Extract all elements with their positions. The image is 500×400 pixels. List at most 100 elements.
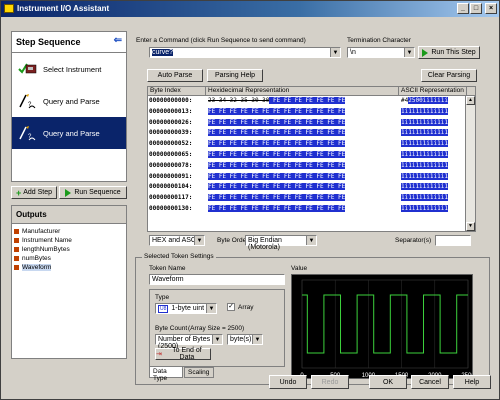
separator-input[interactable] [435,235,471,246]
chevron-down-icon[interactable]: ▼ [252,335,262,344]
hex-row[interactable]: 00000000039: FE FE FE FE FE FE FE FE FE F… [148,128,475,139]
ascii-cell: 1i1i1i1i1i1i1 [399,150,461,161]
col-hex: Hexidecimal Representation [206,87,399,95]
undo-label: Undo [279,378,297,386]
add-step-button[interactable]: + Add Step [11,186,57,199]
command-input[interactable]: curve? ▼ [149,47,341,58]
chevron-down-icon[interactable]: ▼ [404,48,414,57]
output-item[interactable]: Waveform [14,263,124,272]
undo-button[interactable]: Undo [269,375,307,389]
hex-row[interactable]: 00000000026: FE FE FE FE FE FE FE FE FE F… [148,118,475,129]
hex-highlight: FE FE FE FE FE FE FE FE FE FE FE FE FE [208,161,346,169]
ascii-cell: 1i1i1i1i1i1i1 [399,161,461,172]
ascii-cell: 1i1i1i1i1i1i1 [399,204,461,215]
chevron-down-icon[interactable]: ▼ [194,236,204,245]
parsing-help-label: Parsing Help [214,72,256,79]
array-checkbox[interactable]: ✓ [227,303,235,311]
hex-row[interactable]: 00000000052: FE FE FE FE FE FE FE FE FE F… [148,139,475,150]
format-select[interactable]: HEX and ASCII ▼ [149,235,205,246]
hex-highlight: FE FE FE FE FE FE FE FE FE FE FE FE FE [208,183,346,191]
hex-table[interactable]: Byte Index Hexidecimal Representation AS… [147,86,476,232]
run-step-button[interactable]: Run This Step [418,46,480,59]
byte-index-cell: 00000000065: [149,150,193,158]
hex-table-header: Byte Index Hexidecimal Representation AS… [148,87,475,96]
hex-cell: FE FE FE FE FE FE FE FE FE FE FE FE FE [206,128,399,139]
step-label: Select Instrument [43,64,102,74]
byte-count-select[interactable]: Number of Bytes (2500) ▼ [155,334,223,350]
hex-cell: FE FE FE FE FE FE FE FE FE FE FE FE FE [206,161,399,172]
hex-cell: FE FE FE FE FE FE FE FE FE FE FE FE FE [206,118,399,129]
output-item[interactable]: lengthNumBytes [14,245,124,254]
maximize-button[interactable]: □ [470,3,482,14]
chevron-down-icon[interactable]: ▼ [306,236,316,245]
byte-order-select[interactable]: Big Endian (Motorola) ▼ [245,235,317,251]
play-icon [422,48,429,57]
output-type-icon [14,265,19,270]
hex-highlight: FE FE FE FE FE FE FE FE FE FE FE FE FE [208,129,346,137]
auto-parse-button[interactable]: Auto Parse [147,69,203,82]
parsing-help-button[interactable]: Parsing Help [207,69,263,82]
byte-index-cell: 00000000078: [149,161,193,169]
hex-row[interactable]: 00000000130: FE FE FE FE FE FE FE FE FE F… [148,204,475,215]
tab-scaling[interactable]: Scaling [184,367,214,378]
ascii-highlight: 1i1i1i1i1i1i1 [401,129,448,137]
step-query-parse-1[interactable]: ? Query and Parse [12,85,126,117]
hex-row[interactable]: 00000000065: FE FE FE FE FE FE FE FE FE F… [148,150,475,161]
title-bar: Instrument I/O Assistant _ □ × [1,1,499,17]
scroll-up-icon[interactable]: ▲ [466,96,475,105]
to-end-of-data-button[interactable]: ⇥ To End of Data [155,347,211,361]
chevron-down-icon[interactable]: ▼ [212,335,222,344]
output-item[interactable]: Instrument Name [14,236,124,245]
help-label: Help [464,378,480,386]
output-item[interactable]: numBytes [14,254,124,263]
close-button[interactable]: × [485,3,497,14]
clear-parsing-label: Clear Parsing [427,72,471,79]
run-sequence-button[interactable]: Run Sequence [59,186,127,199]
output-item[interactable]: Manufacturer [14,227,124,236]
left-panel: Step Sequence ⇐ Select Instrument ? Quer… [11,31,127,368]
ascii-highlight: 1i1i1i1i1i1i1 [401,204,448,212]
hex-row[interactable]: 00000000013: FE FE FE FE FE FE FE FE FE F… [148,107,475,118]
hex-row[interactable]: 00000000104: FE FE FE FE FE FE FE FE FE F… [148,182,475,193]
type-select[interactable]: U8 1-byte uint ▼ [155,303,217,314]
step-label: Query and Parse [43,128,100,138]
hex-row[interactable]: 00000000078: FE FE FE FE FE FE FE FE FE F… [148,161,475,172]
hex-highlight: FE FE FE FE FE FE FE FE FE FE FE FE FE [208,107,346,115]
scroll-down-icon[interactable]: ▼ [466,222,475,231]
separator-label: Separator(s) [395,237,432,244]
ascii-highlight: 1i1i1i1i1i1i1 [401,183,448,191]
tab-data-type[interactable]: Data Type [149,367,183,382]
step-query-parse-2[interactable]: ? Query and Parse [12,117,126,149]
ascii-cell: 1i1i1i1i1i1i1 [399,107,461,118]
cancel-button[interactable]: Cancel [411,375,449,389]
byte-unit-value: byte(s) [230,336,252,343]
hex-row[interactable]: 00000000000: 23 34 32 35 30 30 FE FE FE F… [148,96,475,107]
ascii-highlight: 1i1i1i1i1i1i1 [401,172,448,180]
collapse-arrow-icon[interactable]: ⇐ [114,35,122,46]
byte-index-cell: 00000000104: [149,183,193,191]
hex-cell: FE FE FE FE FE FE FE FE FE FE FE FE FE [206,150,399,161]
ascii-cell: 1i1i1i1i1i1i1 [399,118,461,129]
ascii-highlight: 1i1i1i1i1i1i1 [401,140,448,148]
help-button[interactable]: Help [453,375,491,389]
hex-cell: FE FE FE FE FE FE FE FE FE FE FE FE FE [206,139,399,150]
redo-label: Redo [321,378,339,386]
ok-button[interactable]: OK [369,375,407,389]
ascii-highlight: 1i1i1i1i1i1i1 [401,118,448,126]
chevron-down-icon[interactable]: ▼ [330,48,340,57]
byte-index-cell: 00000000091: [149,172,193,180]
termination-select[interactable]: \n ▼ [347,47,415,58]
array-label: Array [238,304,254,311]
clear-parsing-button[interactable]: Clear Parsing [421,69,477,82]
ascii-highlight: 1i1i1i1i1i1i1 [401,150,448,158]
ascii-highlight: 2500ii1ii1i [408,97,448,104]
hex-row[interactable]: 00000000117: FE FE FE FE FE FE FE FE FE F… [148,193,475,204]
step-select-instrument[interactable]: Select Instrument [12,53,126,85]
hex-row[interactable]: 00000000091: FE FE FE FE FE FE FE FE FE F… [148,172,475,183]
output-label: Instrument Name [22,237,72,244]
vertical-scrollbar[interactable]: ▲ ▼ [465,96,475,231]
chevron-down-icon[interactable]: ▼ [206,304,216,313]
minimize-button[interactable]: _ [457,3,469,14]
token-name-input[interactable]: Waveform [149,274,285,285]
byte-unit-select[interactable]: byte(s) ▼ [227,334,263,345]
